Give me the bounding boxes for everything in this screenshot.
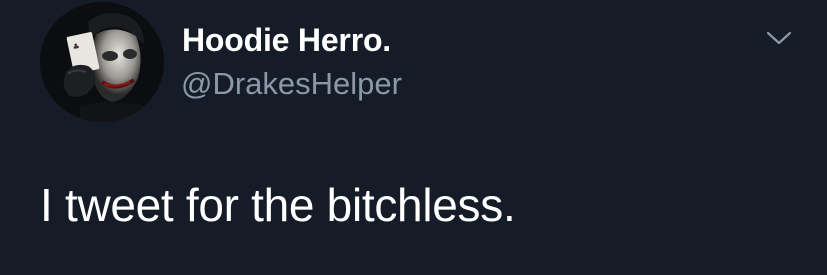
author-handle[interactable]: @DrakesHelper: [181, 66, 402, 102]
tweet-text: I tweet for the bitchless.: [40, 179, 516, 231]
author-avatar[interactable]: ♣: [40, 2, 164, 122]
more-options-button[interactable]: [762, 26, 796, 50]
author-display-name[interactable]: Hoodie Herro.: [182, 22, 391, 59]
avatar-joker-with-card: ♣: [40, 2, 164, 122]
tweet-card: ♣ Hoodie Herro. @DrakesHelper I tweet fo…: [0, 0, 827, 275]
chevron-down-icon: [766, 31, 792, 45]
